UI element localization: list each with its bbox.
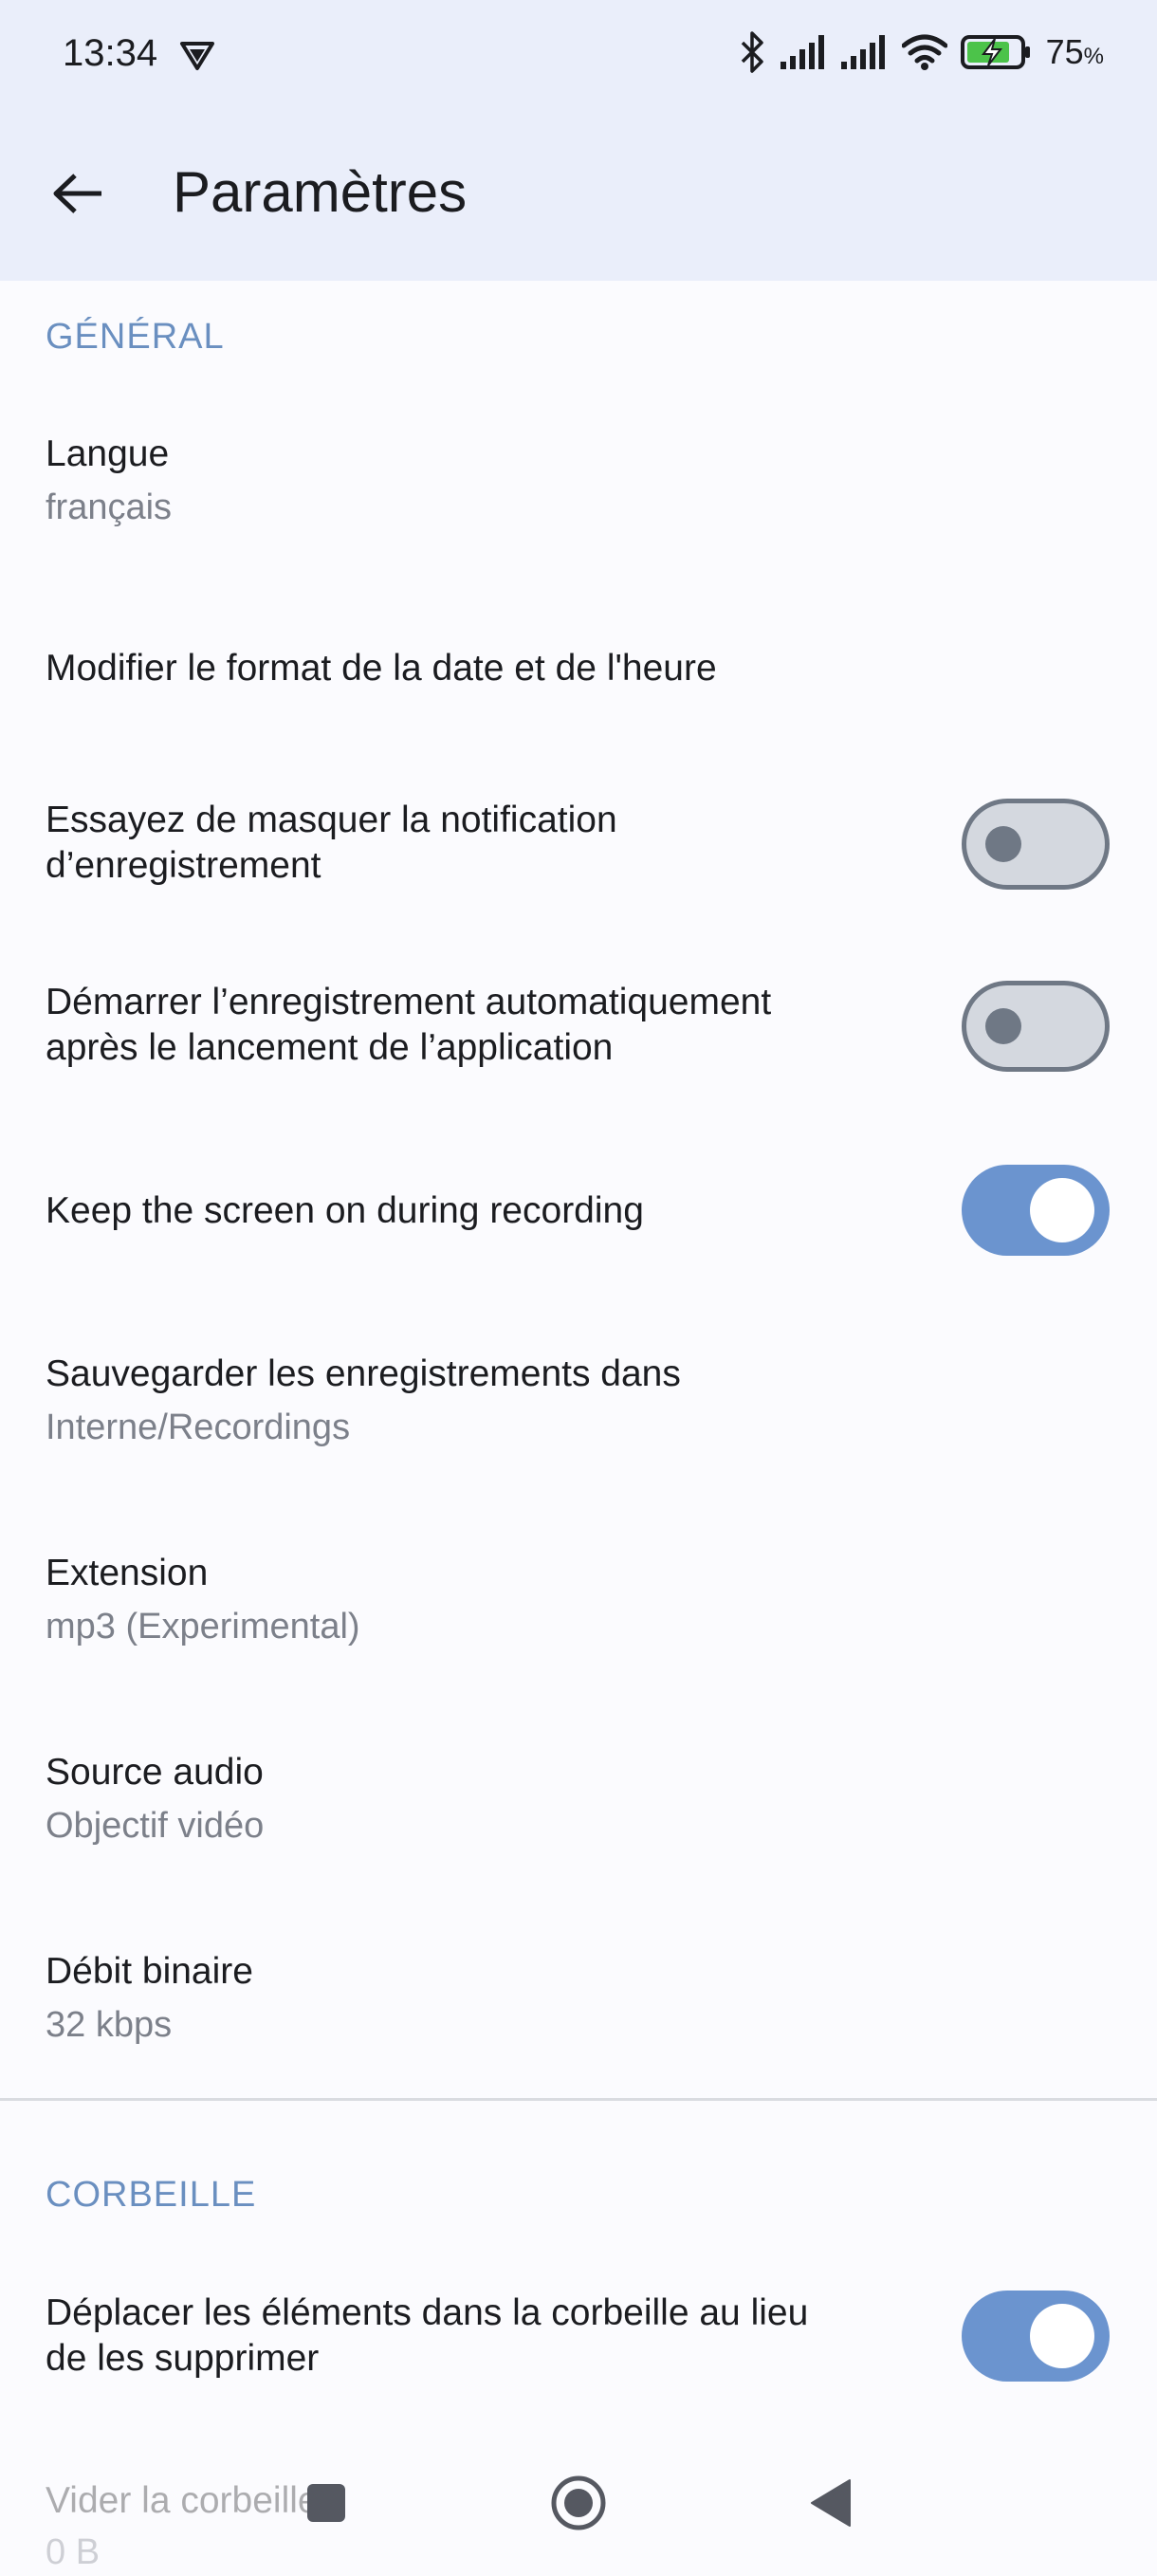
- setting-summary: Interne/Recordings: [46, 1408, 351, 1447]
- section-header-trash: CORBEILLE: [46, 2175, 257, 2215]
- setting-title: Modifier le format de la date et de l'he…: [46, 648, 717, 689]
- setting-summary: Objectif vidéo: [46, 1806, 265, 1846]
- keep-screen-on-toggle[interactable]: [962, 1165, 1110, 1256]
- battery-percent: 75: [1045, 32, 1084, 71]
- section-divider: [0, 2098, 1157, 2101]
- toggle-knob: [1030, 1178, 1094, 1242]
- setting-title: Source audio: [46, 1752, 264, 1793]
- setting-title: Langue: [46, 433, 170, 474]
- square-icon: [305, 2482, 347, 2529]
- setting-title-line2: d’enregistrement: [46, 845, 321, 886]
- setting-summary: français: [46, 488, 173, 527]
- setting-title-line2: après le lancement de l’application: [46, 1027, 614, 1068]
- signal-icon: [840, 35, 889, 69]
- setting-language[interactable]: Langue français: [0, 417, 1157, 569]
- arrow-left-icon: [52, 172, 103, 220]
- bluetooth-icon: [739, 31, 767, 73]
- setting-summary: 32 kbps: [46, 2005, 173, 2045]
- wifi-icon: [901, 34, 947, 70]
- setting-auto-start[interactable]: Démarrer l’enregistrement automatiquemen…: [0, 960, 1157, 1093]
- move-to-trash-toggle[interactable]: [962, 2291, 1110, 2382]
- status-bar: 13:34 75%: [0, 0, 1157, 110]
- setting-extension[interactable]: Extension mp3 (Experimental): [0, 1536, 1157, 1679]
- setting-bitrate[interactable]: Débit binaire 32 kbps: [0, 1935, 1157, 2077]
- triangle-back-icon: [810, 2478, 852, 2532]
- battery-unit: %: [1083, 44, 1104, 69]
- setting-title-line2: de les supprimer: [46, 2338, 320, 2379]
- setting-summary: mp3 (Experimental): [46, 1607, 360, 1647]
- setting-title: Sauvegarder les enregistrements dans: [46, 1353, 681, 1394]
- setting-title-line1: Essayez de masquer la notification: [46, 800, 617, 840]
- status-icons: 75%: [739, 28, 1104, 76]
- circle-icon: [550, 2475, 607, 2536]
- signal-icon: [780, 35, 828, 69]
- setting-audio-source[interactable]: Source audio Objectif vidéo: [0, 1736, 1157, 1878]
- setting-date-format[interactable]: Modifier le format de la date et de l'he…: [0, 626, 1157, 721]
- battery-level: 75%: [1046, 32, 1104, 72]
- setting-title: Débit binaire: [46, 1951, 253, 1992]
- hide-notification-toggle[interactable]: [962, 799, 1110, 890]
- setting-keep-screen-on[interactable]: Keep the screen on during recording: [0, 1148, 1157, 1271]
- recents-button[interactable]: [260, 2438, 393, 2572]
- battery-charging-icon: [960, 33, 1033, 71]
- setting-hide-notification[interactable]: Essayez de masquer la notification d’enr…: [0, 778, 1157, 911]
- auto-start-toggle[interactable]: [962, 981, 1110, 1072]
- page-title: Paramètres: [173, 160, 468, 224]
- toggle-knob: [985, 826, 1021, 862]
- status-time: 13:34: [63, 32, 158, 74]
- system-nav-bar: [0, 2438, 1157, 2572]
- nav-back-button[interactable]: [764, 2438, 897, 2572]
- app-bar: Paramètres: [0, 110, 1157, 281]
- setting-title: Extension: [46, 1553, 209, 1593]
- setting-title-line1: Démarrer l’enregistrement automatiquemen…: [46, 982, 772, 1022]
- section-header-general: GÉNÉRAL: [46, 317, 225, 357]
- setting-title-line1: Déplacer les éléments dans la corbeille …: [46, 2292, 809, 2333]
- back-button[interactable]: [38, 156, 118, 235]
- setting-save-location[interactable]: Sauvegarder les enregistrements dans Int…: [0, 1337, 1157, 1480]
- setting-move-to-trash[interactable]: Déplacer les éléments dans la corbeille …: [0, 2276, 1157, 2409]
- setting-title: Keep the screen on during recording: [46, 1190, 644, 1231]
- toggle-knob: [985, 1008, 1021, 1044]
- toggle-knob: [1030, 2304, 1094, 2368]
- vpn-shield-icon: [178, 36, 216, 74]
- home-button[interactable]: [512, 2438, 645, 2572]
